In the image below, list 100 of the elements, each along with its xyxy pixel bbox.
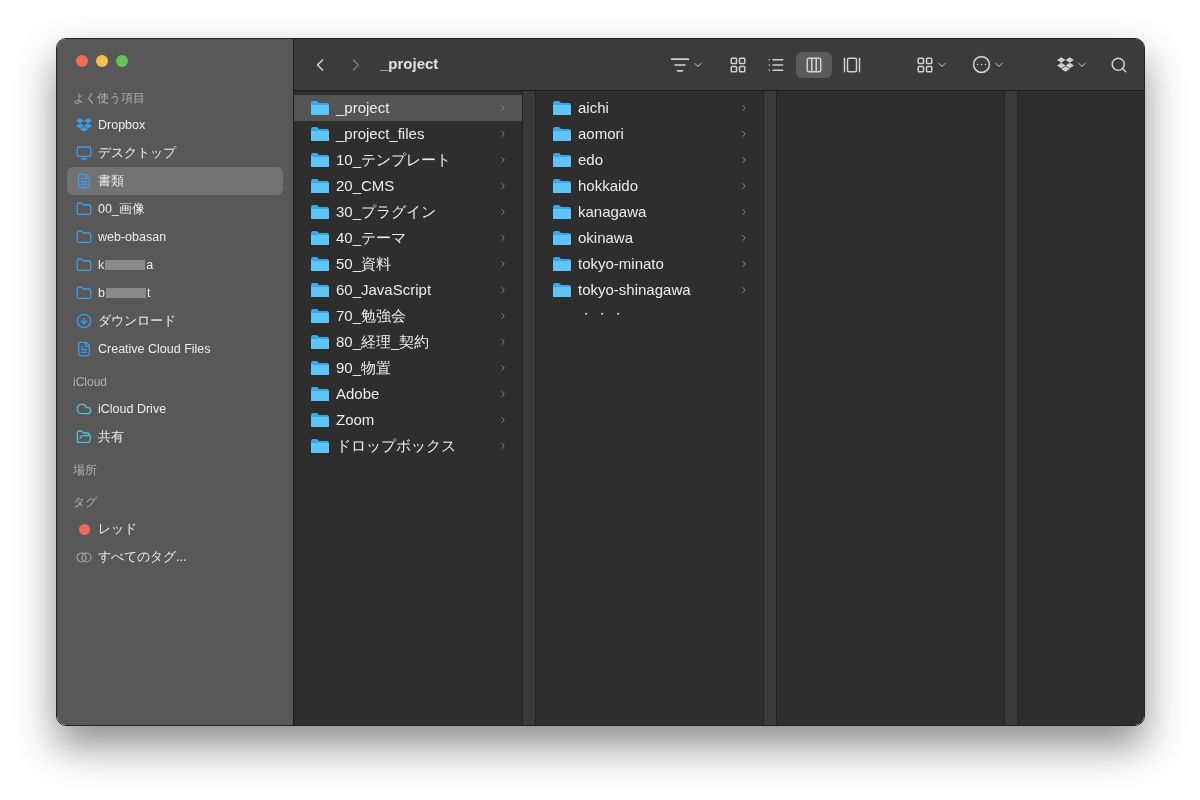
folder-row[interactable]: hokkaido <box>536 173 763 199</box>
folder-row[interactable]: 10_テンプレート <box>294 147 522 173</box>
gallery-icon <box>843 55 861 74</box>
dropbox-button[interactable] <box>1057 56 1088 73</box>
sidebar-item[interactable]: 書類 <box>67 167 283 195</box>
chevron-right-icon <box>739 207 749 217</box>
folder-row[interactable]: 80_経理_契約 <box>294 329 522 355</box>
item-label: k <box>98 256 105 274</box>
sidebar-item[interactable]: ダウンロード <box>67 307 283 335</box>
chevron-right-icon <box>498 207 508 217</box>
folder-name: 10_テンプレート <box>336 149 453 170</box>
item-label: デスクトップ <box>98 144 176 162</box>
sidebar-item[interactable]: Creative Cloud Files <box>67 335 283 363</box>
folder-row[interactable]: _project_files <box>294 121 522 147</box>
folder-icon <box>76 285 92 301</box>
folder-icon <box>552 204 572 220</box>
more-icon <box>972 55 991 74</box>
item-label: Creative Cloud Files <box>98 340 211 358</box>
folder-icon <box>310 308 330 324</box>
folder-icon <box>310 412 330 428</box>
sidebar-item[interactable]: すべてのタグ... <box>67 543 283 571</box>
folder-row[interactable]: aomori <box>536 121 763 147</box>
folder-row[interactable]: aichi <box>536 95 763 121</box>
group-icon <box>916 55 934 74</box>
view-button[interactable] <box>796 51 832 78</box>
folder-row[interactable]: 50_資料 <box>294 251 522 277</box>
sidebar-item[interactable]: web-obasan <box>67 223 283 251</box>
document-icon <box>76 173 92 189</box>
dropbox-icon <box>1057 56 1074 73</box>
folder-name: 60_JavaScript <box>336 279 433 300</box>
chevron-right-icon <box>498 259 508 269</box>
chevron-right-icon <box>498 233 508 243</box>
folder-name: 20_CMS <box>336 175 396 196</box>
search-icon[interactable] <box>1110 55 1128 74</box>
chevron-right-icon <box>498 363 508 373</box>
item-label: 共有 <box>98 428 124 446</box>
folder-row[interactable]: _project <box>294 95 522 121</box>
folder-row[interactable]: kanagawa <box>536 199 763 225</box>
folder-row[interactable]: Zoom <box>294 407 522 433</box>
folder-row[interactable]: 40_テーマ <box>294 225 522 251</box>
folder-row[interactable]: 90_物置 <box>294 355 522 381</box>
item-label: Dropbox <box>98 116 146 134</box>
item-label: 00_画像 <box>98 200 145 218</box>
folder-icon <box>552 178 572 194</box>
grid-icon <box>729 55 747 74</box>
folder-icon <box>310 282 330 298</box>
chevron-right-icon <box>739 181 749 191</box>
sidebar-item[interactable]: k a <box>67 251 283 279</box>
sidebar-item[interactable]: Dropbox <box>67 111 283 139</box>
folder-row[interactable]: tokyo-minato <box>536 251 763 277</box>
folder-name: Zoom <box>336 409 376 430</box>
folder-name: 30_プラグイン <box>336 201 438 222</box>
folder-name: Adobe <box>336 383 381 404</box>
folder-row[interactable]: 20_CMS <box>294 173 522 199</box>
folder-row[interactable]: ドロップボックス <box>294 433 522 459</box>
action-button[interactable] <box>972 55 1005 74</box>
chevron-right-icon <box>498 441 508 451</box>
folder-name: tokyo-minato <box>578 253 665 274</box>
columns-icon <box>805 55 823 74</box>
folder-icon <box>310 126 330 142</box>
folder-row[interactable]: okinawa <box>536 225 763 251</box>
section-heading: iCloud <box>72 374 109 391</box>
sidebar-item[interactable]: iCloud Drive <box>67 395 283 423</box>
item-label: t <box>146 284 151 302</box>
folder-icon <box>310 438 330 454</box>
group-button[interactable] <box>916 55 948 74</box>
folder-icon <box>76 257 92 273</box>
folder-icon <box>310 100 330 116</box>
folder-name: _project <box>336 97 391 118</box>
minimize-button[interactable] <box>96 55 108 67</box>
sidebar-item[interactable]: 共有 <box>67 423 283 451</box>
item-label: b <box>98 284 105 302</box>
zoom-button[interactable] <box>116 55 128 67</box>
folder-row[interactable]: tokyo-shinagawa <box>536 277 763 303</box>
folder-name: 50_資料 <box>336 253 393 274</box>
folder-name: edo <box>578 149 605 170</box>
section-heading: タグ <box>72 494 98 511</box>
folder-name: okinawa <box>578 227 635 248</box>
item-label: 書類 <box>98 172 124 190</box>
folder-icon <box>552 100 572 116</box>
sidebar-item[interactable]: レッド <box>67 515 283 543</box>
ellipsis-text: ・・・ <box>579 306 629 323</box>
sidebar-item[interactable]: デスクトップ <box>67 139 283 167</box>
window-title: _project <box>380 54 439 75</box>
folder-row[interactable]: 70_勉強会 <box>294 303 522 329</box>
folder-name: aichi <box>578 97 610 118</box>
chevron-right-icon <box>739 103 749 113</box>
folder-row[interactable]: 30_プラグイン <box>294 199 522 225</box>
chevron-right-icon <box>739 155 749 165</box>
folder-icon <box>76 229 92 245</box>
chevron-right-icon <box>498 155 508 165</box>
item-label: ダウンロード <box>98 312 176 330</box>
folder-name: kanagawa <box>578 201 648 222</box>
folder-row[interactable]: Adobe <box>294 381 522 407</box>
folder-icon <box>310 386 330 402</box>
folder-icon <box>310 204 330 220</box>
folder-row[interactable]: 60_JavaScript <box>294 277 522 303</box>
sidebar-item[interactable]: 00_画像 <box>67 195 283 223</box>
folder-row[interactable]: edo <box>536 147 763 173</box>
sidebar-item[interactable]: b t <box>67 279 283 307</box>
